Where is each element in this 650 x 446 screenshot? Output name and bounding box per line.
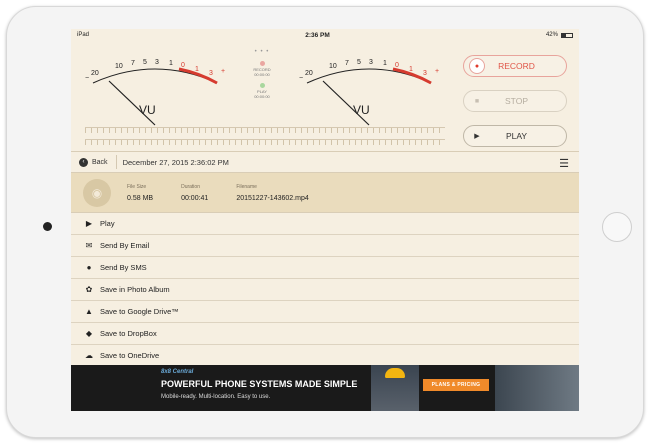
record-led <box>259 61 265 66</box>
vu-label-left: VU <box>139 103 156 117</box>
action-save-onedrive[interactable]: ☁ Save to OneDrive <box>71 345 579 367</box>
vu-scale-plus-sign: + <box>221 68 225 75</box>
front-camera <box>43 222 52 231</box>
back-arrow-icon: ‹ <box>79 157 88 167</box>
duration-value: 00:00:41 <box>181 194 209 202</box>
record-button[interactable]: ● RECORD <box>463 55 567 77</box>
play-label: PLAY <box>505 131 528 141</box>
ad-headline: POWERFUL PHONE SYSTEMS MADE SIMPLE <box>161 379 358 389</box>
duration-column: Duration 00:00:41 <box>181 184 208 202</box>
meter-status: • • • RECORD 00:00:00 PLAY 00:00:00 <box>247 49 277 99</box>
vu-scale-plus3: 3 <box>209 70 213 77</box>
level-ruler-bottom <box>85 139 445 145</box>
action-label: Save in Photo Album <box>100 285 170 294</box>
home-button[interactable] <box>602 212 632 242</box>
record-small-time: 00:00:00 <box>254 72 270 77</box>
file-info-row: ◉ File Size 0.58 MB Duration 00:00:41 Fi… <box>71 173 579 213</box>
ad-cta-button[interactable]: PLANS & PRICING <box>423 379 489 391</box>
status-time: 2:36 PM <box>305 31 330 39</box>
vu-scale-minus: − <box>85 75 89 82</box>
page-title: December 27, 2015 2:36:02 PM <box>122 157 229 167</box>
action-label: Play <box>100 219 115 228</box>
vu-scale-7: 7 <box>131 60 135 67</box>
level-ruler-top <box>85 127 445 133</box>
action-save-google-drive[interactable]: ▲ Save to Google Drive™ <box>71 301 579 323</box>
status-right: 42% <box>546 32 573 38</box>
ad-banner[interactable]: 8x8 Central POWERFUL PHONE SYSTEMS MADE … <box>71 365 579 411</box>
vu-scale-0: 0 <box>181 62 185 69</box>
action-label: Send By Email <box>100 241 150 250</box>
ad-subtext: Mobile-ready. Multi-location. Easy to us… <box>161 394 271 400</box>
stop-icon: ■ <box>474 97 480 105</box>
vu-scale-20: 20 <box>91 70 99 77</box>
vu-scale-plus1: 1 <box>195 66 199 73</box>
back-button[interactable]: ‹ Back <box>71 155 117 169</box>
vu-meter-right: − 20 10 7 5 3 1 0 1 3 + VU <box>295 47 443 129</box>
filename-column: Filename 20151227-143602.mp4 <box>236 184 308 202</box>
stop-button[interactable]: ■ STOP <box>463 90 567 112</box>
play-icon: ▶ <box>85 219 93 228</box>
action-send-sms[interactable]: ● Send By SMS <box>71 257 579 279</box>
action-list: ▶ Play ✉ Send By Email ● Send By SMS ✿ S… <box>71 213 579 367</box>
app-screen: iPad 2:36 PM 42% − 20 10 7 5 3 1 0 1 3 +… <box>71 29 579 411</box>
email-icon: ✉ <box>85 241 93 250</box>
vu-scale-1: 1 <box>169 60 173 67</box>
action-label: Save to DropBox <box>100 329 157 338</box>
action-label: Save to OneDrive <box>100 351 160 360</box>
google-drive-icon: ▲ <box>85 307 93 316</box>
vu-scale-minus: − <box>299 75 303 82</box>
vu-scale-10: 10 <box>115 63 123 70</box>
camera-thumbnail-icon: ◉ <box>83 178 111 207</box>
play-button[interactable]: ▶ PLAY <box>463 125 567 147</box>
action-label: Save to Google Drive™ <box>100 307 179 316</box>
action-save-dropbox[interactable]: ◆ Save to DropBox <box>71 323 579 345</box>
detail-nav-bar: ‹ Back December 27, 2015 2:36:02 PM ☰ <box>71 151 579 173</box>
play-icon: ▶ <box>474 133 480 140</box>
list-view-icon[interactable]: ☰ <box>559 157 569 170</box>
ad-hardhat-image <box>385 368 405 378</box>
vu-scale-10: 10 <box>329 63 337 70</box>
vu-meters-panel: − 20 10 7 5 3 1 0 1 3 + VU • • • RECORD … <box>71 41 579 151</box>
vu-scale-0: 0 <box>395 62 399 69</box>
battery-icon <box>560 32 573 38</box>
vu-scale-7: 7 <box>345 60 349 67</box>
photo-album-icon: ✿ <box>85 285 93 294</box>
vu-scale-plus3: 3 <box>423 70 427 77</box>
action-label: Send By SMS <box>100 263 147 272</box>
vu-scale-5: 5 <box>357 59 361 66</box>
battery-percent: 42% <box>545 32 558 38</box>
sms-icon: ● <box>86 263 92 272</box>
play-small-time: 00:00:00 <box>254 94 270 99</box>
action-play[interactable]: ▶ Play <box>71 213 579 235</box>
back-label: Back <box>92 158 108 166</box>
play-led <box>259 83 265 88</box>
filename-label: Filename <box>236 183 257 190</box>
file-size-label: File Size <box>127 183 147 190</box>
duration-label: Duration <box>181 183 200 190</box>
ad-building-image <box>495 365 579 411</box>
vu-meter-left: − 20 10 7 5 3 1 0 1 3 + VU <box>81 47 229 129</box>
vu-label-right: VU <box>353 103 370 117</box>
file-size-column: File Size 0.58 MB <box>127 184 153 202</box>
page-dots: • • • <box>254 49 270 55</box>
record-icon: ● <box>469 58 485 74</box>
vu-scale-3: 3 <box>155 59 159 66</box>
file-size-value: 0.58 MB <box>127 194 154 202</box>
vu-scale-3: 3 <box>369 59 373 66</box>
ad-brand: 8x8 Central <box>161 369 194 375</box>
record-label: RECORD <box>498 61 535 71</box>
vu-scale-plus1: 1 <box>409 66 413 73</box>
stop-label: STOP <box>505 96 528 106</box>
vu-scale-5: 5 <box>143 59 147 66</box>
carrier-label: iPad <box>77 32 90 38</box>
action-send-email[interactable]: ✉ Send By Email <box>71 235 579 257</box>
dropbox-icon: ◆ <box>85 329 93 338</box>
filename-value: 20151227-143602.mp4 <box>236 194 309 202</box>
status-bar: iPad 2:36 PM 42% <box>71 29 579 41</box>
onedrive-icon: ☁ <box>85 351 93 360</box>
action-save-photo-album[interactable]: ✿ Save in Photo Album <box>71 279 579 301</box>
vu-scale-plus-sign: + <box>435 68 439 75</box>
vu-scale-1: 1 <box>383 60 387 67</box>
vu-scale-20: 20 <box>305 70 313 77</box>
